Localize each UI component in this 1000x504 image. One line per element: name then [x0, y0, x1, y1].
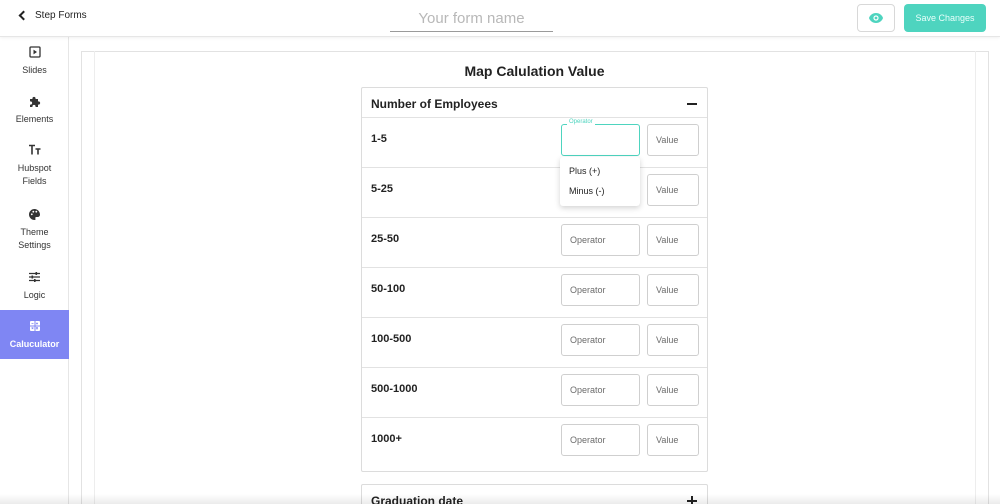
operator-dropdown: Plus (+) Minus (-): [560, 157, 640, 206]
row-label: 25-50: [371, 233, 400, 245]
form-name-input[interactable]: [390, 6, 553, 32]
operator-floating-label: Operator: [567, 119, 595, 125]
value-input[interactable]: [647, 224, 699, 256]
row-label: 1-5: [371, 133, 387, 145]
canvas-guide-left: [94, 51, 95, 504]
sidebar-item-theme-settings[interactable]: Theme Settings: [0, 207, 69, 261]
section-title: Graduation date: [371, 494, 464, 504]
sidebar-item-label: Caluculator: [9, 339, 60, 349]
table-row: 50-100: [362, 268, 707, 318]
row-label: 1000+: [371, 433, 402, 445]
value-input[interactable]: [647, 374, 699, 406]
sidebar-item-label: Logic: [23, 290, 46, 300]
sidebar-item-slides[interactable]: Slides: [0, 45, 69, 89]
top-bar: Step Forms Save Changes: [0, 0, 1000, 37]
operator-input[interactable]: [561, 324, 640, 356]
puzzle-icon: [28, 94, 42, 108]
employees-section: Number of Employees 1-5 Operator 5-25 25…: [361, 87, 708, 472]
row-label: 500-1000: [371, 383, 418, 395]
row-label: 50-100: [371, 283, 406, 295]
save-changes-button[interactable]: Save Changes: [904, 4, 986, 32]
canvas-guide-right: [975, 51, 976, 504]
text-size-icon: [28, 143, 42, 157]
row-label: 5-25: [371, 183, 394, 195]
section-header: Number of Employees: [362, 88, 707, 118]
palette-icon: [28, 207, 42, 221]
collapse-minus-icon[interactable]: [687, 103, 697, 105]
value-input[interactable]: [647, 324, 699, 356]
page-title: Map Calulation Value: [464, 63, 605, 79]
sidebar-item-label: Slides: [22, 65, 47, 75]
sidebar: Slides Elements Hubspot Fields Theme Set…: [0, 37, 69, 504]
back-label: Step Forms: [35, 10, 87, 21]
sidebar-item-label: Theme Settings: [18, 227, 51, 250]
value-input[interactable]: [647, 174, 699, 206]
table-row: 500-1000: [362, 368, 707, 418]
operator-input[interactable]: [561, 274, 640, 306]
chevron-left-icon: [18, 10, 29, 21]
sidebar-item-logic[interactable]: Logic: [0, 270, 69, 314]
table-row: 25-50: [362, 218, 707, 268]
back-link[interactable]: Step Forms: [18, 10, 87, 21]
calculator-icon: [28, 319, 42, 333]
preview-button[interactable]: [857, 4, 895, 32]
table-row: 5-25: [362, 168, 707, 218]
table-row: 1000+: [362, 418, 707, 468]
value-input[interactable]: [647, 424, 699, 456]
sidebar-item-caluculator[interactable]: Caluculator: [0, 310, 69, 359]
sidebar-item-elements[interactable]: Elements: [0, 94, 69, 138]
value-input[interactable]: [647, 274, 699, 306]
dropdown-option-plus[interactable]: Plus (+): [569, 166, 600, 176]
operator-input[interactable]: [561, 424, 640, 456]
operator-input[interactable]: [561, 224, 640, 256]
sidebar-item-hubspot-fields[interactable]: Hubspot Fields: [0, 143, 69, 197]
table-row: 100-500: [362, 318, 707, 368]
play-square-icon: [28, 45, 42, 59]
section-title: Number of Employees: [371, 97, 498, 111]
operator-input[interactable]: [561, 374, 640, 406]
value-input[interactable]: [647, 124, 699, 156]
sidebar-item-label: Hubspot Fields: [17, 163, 52, 186]
graduation-date-section[interactable]: Graduation date: [361, 484, 708, 504]
dropdown-option-minus[interactable]: Minus (-): [569, 186, 605, 196]
sidebar-item-label: Elements: [15, 114, 54, 124]
operator-input[interactable]: [561, 124, 640, 156]
table-row: 1-5 Operator: [362, 118, 707, 168]
row-label: 100-500: [371, 333, 412, 345]
sliders-icon: [28, 270, 42, 284]
eye-icon: [869, 13, 883, 23]
